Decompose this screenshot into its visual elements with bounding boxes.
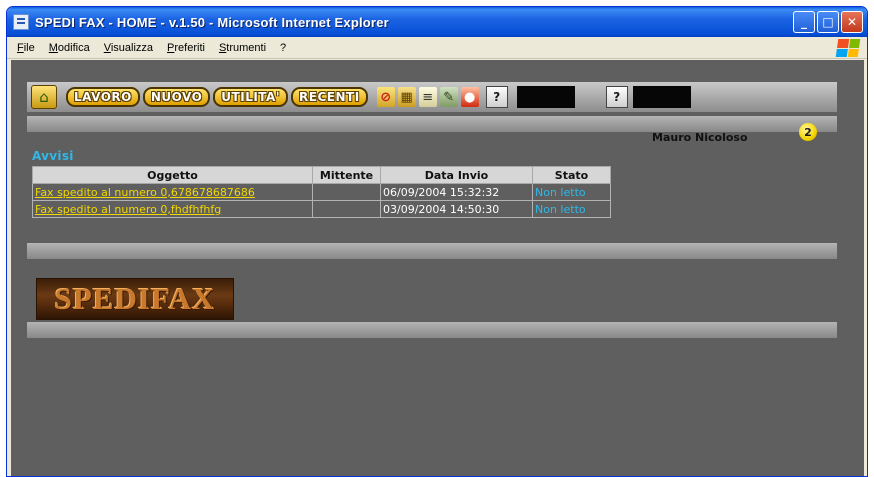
menu-strumenti[interactable]: Strumenti [219, 42, 266, 54]
app-toolbar: ⌂ LAVORO NUOVO UTILITA' RECENTI ⊘ ▦ ≡ ✎ … [27, 82, 837, 112]
menu-bar: File Modifica Visualizza Preferiti Strum… [7, 37, 867, 59]
page-content: ⌂ LAVORO NUOVO UTILITA' RECENTI ⊘ ▦ ≡ ✎ … [11, 60, 864, 476]
header-divider [27, 116, 837, 132]
menu-visualizza[interactable]: Visualizza [104, 42, 153, 54]
edit-icon[interactable]: ✎ [439, 87, 458, 107]
utilita-button[interactable]: UTILITA' [213, 87, 289, 107]
window-title: SPEDI FAX - HOME - v.1.50 - Microsoft In… [35, 14, 389, 30]
document-icon[interactable]: ≡ [418, 87, 437, 107]
no-entry-icon[interactable]: ⊘ [376, 87, 395, 107]
table-row: Fax spedito al numero 0,678678687686 06/… [32, 183, 611, 201]
alert-icon[interactable]: ● [460, 87, 479, 107]
row-sender [312, 183, 381, 201]
window-controls: _ □ ✕ [793, 11, 867, 33]
footer-divider [27, 322, 837, 338]
ie-page-icon [13, 14, 29, 30]
notification-badge[interactable]: 2 [799, 123, 817, 141]
col-oggetto: Oggetto [32, 166, 313, 184]
row-subject-link[interactable]: Fax spedito al numero 0,678678687686 [32, 183, 313, 201]
menu-preferiti[interactable]: Preferiti [167, 42, 205, 54]
nuovo-button[interactable]: NUOVO [142, 87, 211, 107]
logo-text: SPEDIFAX [54, 281, 216, 316]
black-panel-2 [632, 86, 691, 108]
row-subject-link[interactable]: Fax spedito al numero 0,fhdfhfhfg [32, 200, 313, 218]
menu-help[interactable]: ? [280, 42, 286, 54]
row-status: Non letto [532, 183, 611, 201]
menu-modifica[interactable]: Modifica [49, 42, 90, 54]
help-icon-2[interactable]: ? [605, 86, 628, 108]
avvisi-table: Oggetto Mittente Data Invio Stato Fax sp… [32, 166, 611, 218]
row-status: Non letto [532, 200, 611, 218]
table-row: Fax spedito al numero 0,fhdfhfhfg 03/09/… [32, 200, 611, 218]
row-date: 06/09/2004 15:32:32 [380, 183, 533, 201]
section-divider [27, 243, 837, 259]
user-name: Mauro Nicoloso [652, 131, 748, 144]
ie-window: SPEDI FAX - HOME - v.1.50 - Microsoft In… [6, 6, 868, 477]
row-sender [312, 200, 381, 218]
col-data-invio: Data Invio [380, 166, 533, 184]
table-header-row: Oggetto Mittente Data Invio Stato [32, 166, 611, 184]
spedifax-logo: SPEDIFAX [36, 278, 234, 320]
recenti-button[interactable]: RECENTI [291, 87, 368, 107]
windows-logo-icon [835, 38, 861, 57]
menu-file[interactable]: File [17, 42, 35, 54]
col-stato: Stato [532, 166, 611, 184]
maximize-button[interactable]: □ [817, 11, 839, 33]
black-panel-1 [516, 86, 575, 108]
row-date: 03/09/2004 14:50:30 [380, 200, 533, 218]
home-icon[interactable]: ⌂ [31, 85, 57, 109]
close-button[interactable]: ✕ [841, 11, 863, 33]
col-mittente: Mittente [312, 166, 381, 184]
avvisi-title: Avvisi [32, 149, 74, 163]
title-bar[interactable]: SPEDI FAX - HOME - v.1.50 - Microsoft In… [7, 7, 867, 37]
minimize-button[interactable]: _ [793, 11, 815, 33]
calendar-icon[interactable]: ▦ [397, 87, 416, 107]
lavoro-button[interactable]: LAVORO [66, 87, 140, 107]
help-icon[interactable]: ? [485, 86, 508, 108]
